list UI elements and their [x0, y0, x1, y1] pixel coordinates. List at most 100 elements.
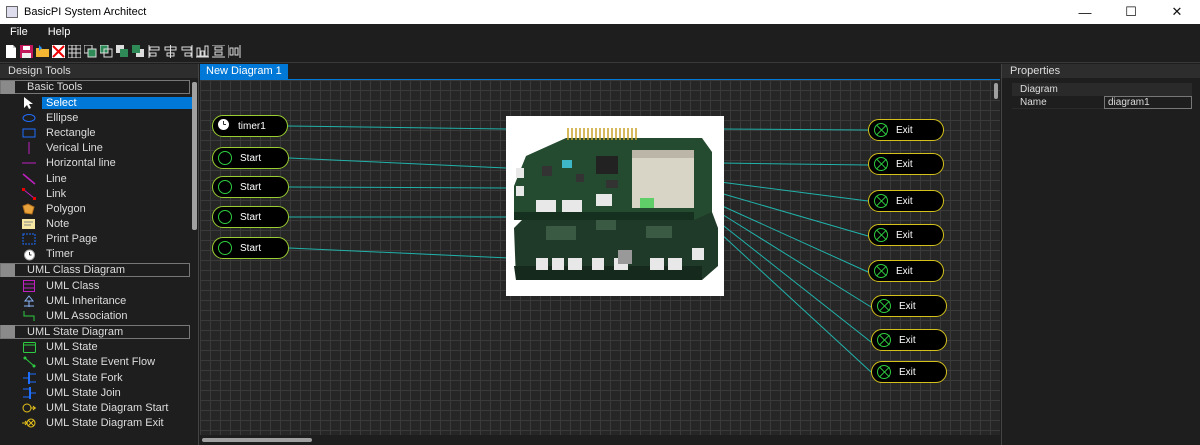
diagram-canvas[interactable]: timer1 Start Start Start Start Exit Exit… [200, 80, 1000, 435]
state-exit-icon [874, 228, 888, 242]
tool-uml-state-diagram-exit[interactable]: UML State Diagram Exit [0, 416, 192, 431]
delete-icon[interactable] [52, 44, 65, 58]
exit-node[interactable]: Exit [871, 295, 947, 317]
connector[interactable] [719, 192, 869, 237]
exit-node[interactable]: Exit [868, 119, 944, 141]
send-back-icon[interactable] [132, 44, 145, 58]
tool-line[interactable]: Line [0, 171, 192, 186]
connector[interactable] [288, 186, 507, 189]
tool-uml-class[interactable]: UML Class [0, 278, 192, 293]
timer-icon [22, 248, 36, 261]
minimize-button[interactable]: — [1062, 0, 1108, 24]
design-tools-panel: Design Tools Basic Tools Select Ellipse … [0, 64, 199, 445]
tool-select[interactable]: Select [0, 95, 192, 110]
tool-label: UML State Diagram Exit [46, 417, 164, 430]
start-node[interactable]: Start [212, 206, 289, 228]
group-basic-tools[interactable]: Basic Tools [0, 80, 190, 94]
exit-node[interactable]: Exit [871, 329, 947, 351]
tool-horizontal-line[interactable]: Horizontal line [0, 156, 192, 171]
app-icon [6, 6, 18, 18]
connector[interactable] [719, 128, 869, 131]
diagram-start-icon [22, 401, 36, 414]
align-left-icon[interactable] [148, 44, 161, 58]
diagram-exit-icon [22, 417, 36, 430]
exit-node[interactable]: Exit [868, 260, 944, 282]
tool-note[interactable]: Note [0, 217, 192, 232]
paste-icon[interactable] [100, 44, 113, 58]
connector[interactable] [719, 181, 869, 202]
tool-ellipse[interactable]: Ellipse [0, 110, 192, 125]
tool-uml-state[interactable]: UML State [0, 340, 192, 355]
connector[interactable] [719, 162, 869, 166]
tool-print-page[interactable]: Print Page [0, 232, 192, 247]
tool-uml-inheritance[interactable]: UML Inheritance [0, 293, 192, 308]
group-label: UML Class Diagram [27, 264, 126, 277]
menu-help[interactable]: Help [38, 26, 81, 38]
connector[interactable] [288, 247, 511, 259]
exit-label: Exit [896, 158, 913, 170]
maximize-button[interactable]: ☐ [1108, 0, 1154, 24]
circuit-board-image[interactable] [506, 116, 724, 296]
tool-label: UML State Join [46, 386, 121, 399]
exit-node[interactable]: Exit [868, 153, 944, 175]
property-category[interactable]: Diagram [1012, 83, 1192, 96]
print-page-icon [22, 233, 36, 246]
exit-label: Exit [896, 124, 913, 136]
property-value-input[interactable]: diagram1 [1104, 95, 1192, 109]
timer-label: timer1 [238, 120, 266, 132]
align-right-icon[interactable] [180, 44, 193, 58]
rectangle-icon [22, 126, 36, 139]
start-label: Start [240, 152, 262, 164]
scroll-thumb[interactable] [994, 83, 998, 99]
connector[interactable] [719, 212, 872, 308]
tool-label: UML Class [46, 279, 100, 292]
tool-label: Timer [46, 248, 74, 261]
start-node[interactable]: Start [212, 237, 289, 259]
ellipse-icon [22, 111, 36, 124]
tool-uml-state-join[interactable]: UML State Join [0, 385, 192, 400]
connector[interactable] [287, 125, 507, 130]
uml-association-icon [22, 310, 36, 323]
connector[interactable] [719, 222, 872, 343]
exit-node[interactable]: Exit [868, 224, 944, 246]
tool-timer[interactable]: Timer [0, 247, 192, 262]
bring-front-icon[interactable] [116, 44, 129, 58]
start-node[interactable]: Start [212, 147, 289, 169]
tool-polygon[interactable]: Polygon [0, 201, 192, 216]
group-uml-state-diagram[interactable]: UML State Diagram [0, 324, 190, 339]
tool-link[interactable]: Link [0, 186, 192, 201]
open-folder-icon[interactable] [36, 44, 49, 58]
start-node[interactable]: Start [212, 176, 289, 198]
properties-header: Properties [1002, 64, 1200, 78]
connector[interactable] [719, 232, 872, 373]
group-uml-class-diagram[interactable]: UML Class Diagram [0, 263, 190, 278]
distribute-horizontal-icon[interactable] [212, 44, 225, 58]
tool-uml-association[interactable]: UML Association [0, 308, 192, 323]
start-label: Start [240, 211, 262, 223]
state-exit-icon [877, 333, 891, 347]
scroll-thumb[interactable] [202, 438, 312, 442]
exit-node[interactable]: Exit [871, 361, 947, 383]
timer-node[interactable]: timer1 [212, 115, 288, 137]
menu-file[interactable]: File [0, 26, 38, 38]
tool-rectangle[interactable]: Rectangle [0, 125, 192, 140]
new-file-icon[interactable] [4, 44, 17, 58]
connector[interactable] [719, 204, 869, 273]
grid-icon[interactable] [68, 44, 81, 58]
tools-scrollbar[interactable] [192, 82, 197, 230]
connector[interactable] [288, 157, 507, 169]
canvas-horizontal-scrollbar[interactable] [200, 435, 1000, 445]
tool-uml-state-fork[interactable]: UML State Fork [0, 370, 192, 385]
distribute-vertical-icon[interactable] [228, 44, 241, 58]
copy-icon[interactable] [84, 44, 97, 58]
tab-new-diagram-1[interactable]: New Diagram 1 [200, 64, 288, 79]
canvas-vertical-scrollbar[interactable] [992, 80, 1000, 435]
tool-vertical-line[interactable]: Verical Line [0, 141, 192, 156]
align-bottom-icon[interactable] [196, 45, 209, 58]
tool-uml-state-diagram-start[interactable]: UML State Diagram Start [0, 400, 192, 415]
close-button[interactable]: ✕ [1154, 0, 1200, 24]
align-center-icon[interactable] [164, 44, 177, 58]
exit-node[interactable]: Exit [868, 190, 944, 212]
save-icon[interactable] [20, 44, 33, 58]
tool-uml-state-event-flow[interactable]: UML State Event Flow [0, 355, 192, 370]
